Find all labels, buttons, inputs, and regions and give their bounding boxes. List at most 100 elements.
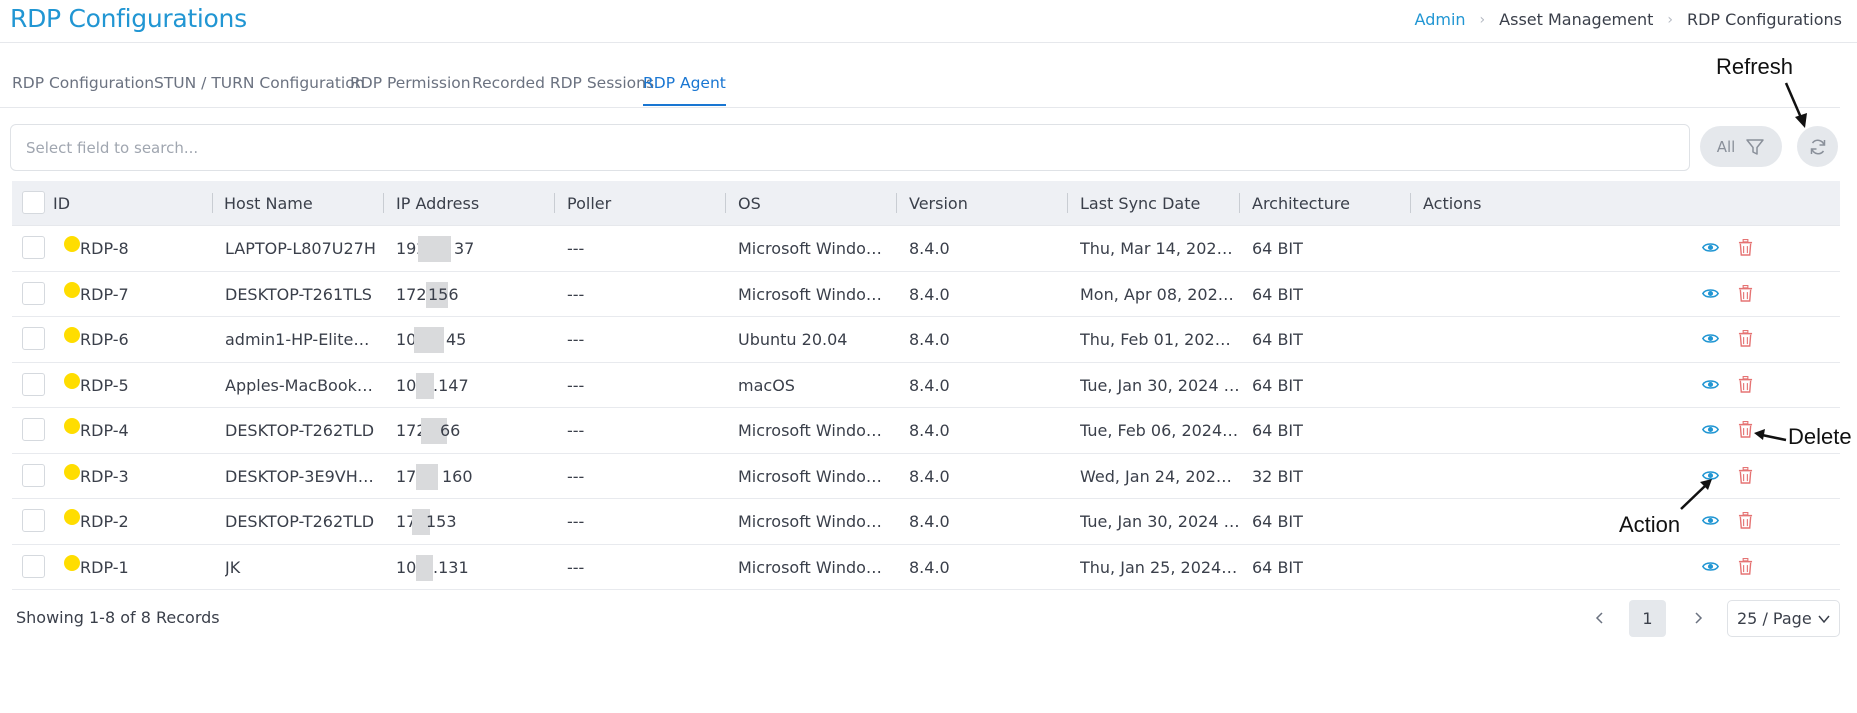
annotation-refresh: Refresh (1716, 54, 1794, 79)
status-dot (64, 281, 80, 298)
view-icon[interactable] (1702, 376, 1719, 393)
view-icon[interactable] (1702, 558, 1719, 575)
delete-icon[interactable] (1738, 284, 1753, 302)
cell-architecture: 64 BIT (1252, 512, 1303, 531)
column-divider[interactable] (896, 193, 897, 213)
delete-icon[interactable] (1738, 512, 1753, 529)
tab-rdp-permission[interactable]: RDP Permission (350, 74, 471, 104)
view-icon[interactable] (1702, 285, 1719, 302)
tab-bar: RDP Configuration STUN / TURN Configurat… (0, 60, 1840, 108)
tab-rdp-configuration[interactable]: RDP Configuration (12, 74, 154, 104)
breadcrumb-asset-management[interactable]: Asset Management (1499, 10, 1653, 29)
table-row: RDP-5 Apples-MacBook-Air.l... 10 .147 --… (12, 363, 1840, 408)
filter-button[interactable]: All (1700, 126, 1782, 167)
refresh-icon (1810, 139, 1825, 154)
cell-ip-address: 172 66 (396, 418, 496, 444)
cell-last-sync-date: Tue, Jan 30, 2024 01:34... (1080, 375, 1240, 395)
tab-recorded-rdp-sessions[interactable]: Recorded RDP Sessions (472, 74, 654, 104)
cell-version: 8.4.0 (909, 421, 950, 440)
column-header-host-name[interactable]: Host Name (224, 194, 313, 213)
cell-id: RDP-3 (80, 466, 129, 486)
cell-ip-address: 10 45 (396, 327, 496, 353)
row-checkbox[interactable] (22, 463, 45, 487)
annotation-arrow-icon (1680, 479, 1712, 510)
cell-version: 8.4.0 (909, 512, 950, 531)
column-divider[interactable] (1067, 193, 1068, 213)
cell-os: Microsoft Windows 10 ... (738, 421, 888, 440)
cell-poller: --- (567, 239, 585, 258)
breadcrumb-admin[interactable]: Admin (1415, 10, 1466, 29)
column-header-ip-address[interactable]: IP Address (396, 194, 479, 213)
filter-icon (1746, 138, 1765, 155)
cell-last-sync-date: Mon, Apr 08, 2024 10:0... (1080, 284, 1240, 304)
cell-ip-address: 172 156 (396, 281, 496, 308)
cell-ip-address: 172 160 (396, 463, 496, 490)
delete-icon[interactable] (1738, 330, 1753, 347)
delete-icon[interactable] (1738, 239, 1753, 256)
refresh-button[interactable] (1797, 126, 1838, 167)
view-icon[interactable] (1702, 239, 1719, 256)
select-all-checkbox[interactable] (22, 191, 45, 214)
row-checkbox[interactable] (22, 327, 45, 350)
column-header-poller[interactable]: Poller (567, 194, 611, 213)
search-field[interactable] (10, 124, 1690, 171)
ip-redaction (416, 372, 434, 399)
page-title: RDP Configurations (10, 4, 247, 33)
cell-host-name: DESKTOP-3E9VHAN (225, 466, 377, 486)
view-icon[interactable] (1702, 421, 1719, 438)
chevron-left-icon[interactable] (1592, 610, 1608, 626)
column-divider[interactable] (725, 193, 726, 213)
ip-address-suffix: 160 (442, 466, 473, 486)
column-divider[interactable] (1410, 193, 1411, 213)
filter-label: All (1716, 137, 1736, 156)
column-divider[interactable] (1239, 193, 1240, 213)
table-row: RDP-1 JK 10 .131 --- Microsoft Windows 1… (12, 545, 1840, 590)
column-header-id[interactable]: ID (53, 194, 70, 213)
ip-address-suffix: .131 (433, 557, 469, 577)
tab-stun-turn-configuration[interactable]: STUN / TURN Configuration (154, 74, 365, 104)
cell-last-sync-date: Wed, Jan 24, 2024 06:5... (1080, 466, 1240, 486)
row-checkbox[interactable] (22, 554, 45, 578)
cell-architecture: 64 BIT (1252, 239, 1303, 258)
column-header-os[interactable]: OS (738, 194, 761, 213)
chevron-down-icon (1818, 615, 1830, 623)
page-number-current[interactable]: 1 (1629, 600, 1666, 637)
chevron-right-icon[interactable] (1690, 610, 1706, 626)
row-checkbox[interactable] (22, 509, 45, 532)
column-divider[interactable] (212, 193, 213, 213)
cell-architecture: 32 BIT (1252, 466, 1303, 486)
column-header-last-sync-date[interactable]: Last Sync Date (1080, 194, 1200, 213)
cell-architecture: 64 BIT (1252, 330, 1303, 349)
status-dot (64, 372, 80, 389)
cell-id: RDP-2 (80, 512, 129, 531)
page-size-select[interactable]: 25 / Page (1727, 600, 1840, 637)
breadcrumb-separator-icon: › (1479, 11, 1486, 28)
tab-rdp-agent[interactable]: RDP Agent (643, 74, 726, 106)
records-summary: Showing 1-8 of 8 Records (16, 608, 220, 627)
status-dot (64, 327, 80, 343)
cell-os: Microsoft Windows 10 ... (738, 466, 888, 486)
cell-last-sync-date: Tue, Feb 06, 2024 09:3... (1080, 421, 1240, 440)
column-header-version[interactable]: Version (909, 194, 968, 213)
delete-icon[interactable] (1738, 557, 1753, 575)
status-dot (64, 554, 80, 571)
column-divider[interactable] (554, 193, 555, 213)
column-header-architecture[interactable]: Architecture (1252, 194, 1350, 213)
view-icon[interactable] (1702, 512, 1719, 529)
row-checkbox[interactable] (22, 281, 45, 305)
cell-os: Microsoft Windows 10 ... (738, 512, 888, 531)
delete-icon[interactable] (1738, 466, 1753, 484)
cell-poller: --- (567, 375, 585, 395)
column-divider[interactable] (383, 193, 384, 213)
row-checkbox[interactable] (22, 236, 45, 259)
delete-icon[interactable] (1738, 375, 1753, 393)
row-checkbox[interactable] (22, 372, 45, 396)
cell-poller: --- (567, 466, 585, 486)
search-input[interactable] (11, 125, 1689, 170)
cell-version: 8.4.0 (909, 284, 950, 304)
ip-address-suffix: 156 (428, 284, 459, 304)
column-header-actions: Actions (1423, 194, 1482, 213)
annotation-arrow-icon (1784, 82, 1807, 128)
row-checkbox[interactable] (22, 418, 45, 441)
view-icon[interactable] (1702, 330, 1719, 347)
